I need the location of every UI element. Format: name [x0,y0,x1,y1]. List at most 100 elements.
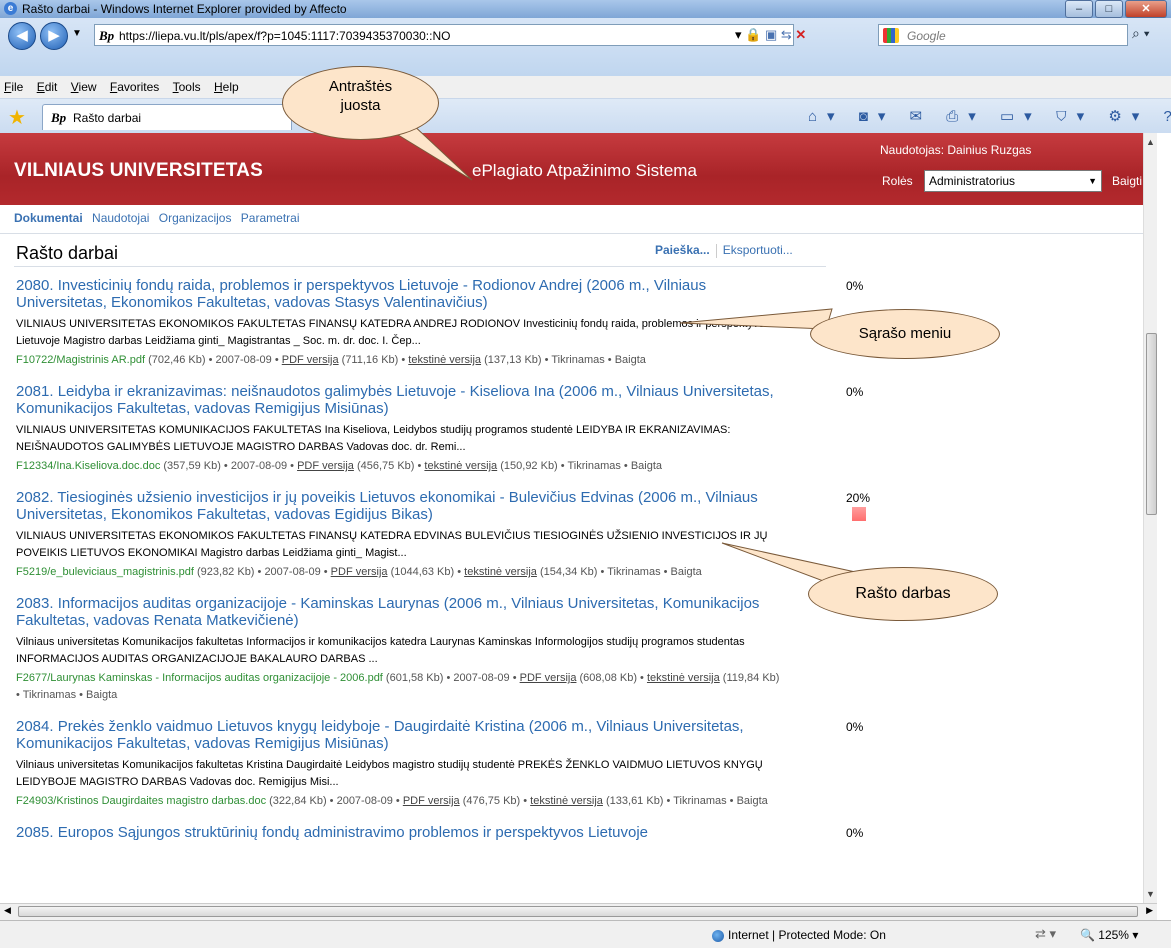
divider [0,233,1157,234]
horizontal-scroll-thumb[interactable] [18,906,1138,917]
text-version-link[interactable]: tekstinė versija [464,566,537,578]
pdf-size: (608,08 Kb) • [576,672,647,684]
original-file-link[interactable]: F12334/Ina.Kiseliova.doc.doc [16,460,160,472]
nav-naudotojai[interactable]: Naudotojai [92,211,149,225]
zoom-level[interactable]: 🔍 125% ▾ [1080,928,1138,942]
lock-icon[interactable]: 🔒 [745,27,761,42]
menu-file[interactable]: File [0,76,29,94]
scroll-thumb[interactable] [1146,333,1157,515]
export-link[interactable]: Eksportuoti... [723,243,793,257]
security-zone[interactable]: Internet | Protected Mode: On [712,928,886,942]
result-title-link[interactable]: 2082. Tiesioginės užsienio investicijos … [16,489,796,523]
menu-favorites[interactable]: Favorites [106,76,165,94]
file-details: (923,82 Kb) • 2007-08-09 • [193,566,331,578]
search-icon[interactable]: ⌕ ▾ [1132,25,1150,42]
original-file-link[interactable]: F2677/Laurynas Kaminskas - Informacijos … [16,672,383,684]
role-select[interactable]: Administratorius ▼ [924,170,1102,192]
page-title: Rašto darbai [16,243,119,263]
page-vertical-scrollbar[interactable]: ▲ ▼ [1143,133,1157,903]
university-name: VILNIAUS UNIVERSITETAS [14,160,263,181]
protected-mode-icon[interactable]: ⇄ ▾ [1035,926,1056,942]
original-file-link[interactable]: F10722/Magistrinis AR.pdf [16,354,145,366]
result-meta: F10722/Magistrinis AR.pdf (702,46 Kb) • … [16,352,786,369]
scroll-up-icon[interactable]: ▲ [1146,137,1155,147]
result-snippet: VILNIAUS UNIVERSITETAS EKONOMIKOS FAKULT… [16,318,771,347]
callout-header-text: Antraštės juosta [328,78,393,114]
address-bar-icons: ▾ 🔒 ▣ ⇆ ✕ [735,27,806,43]
print-icon[interactable]: ⎙▾ [946,108,986,125]
tab-title: Rašto darbai [73,111,142,125]
similarity-percent: 0% [846,279,864,293]
similarity-percent: 20% [846,491,871,505]
pdf-version-link[interactable]: PDF versija [297,460,354,472]
chevron-down-icon: ▼ [1088,176,1097,186]
pdf-size: (1044,63 Kb) • [387,566,465,578]
menu-edit[interactable]: Edit [33,76,64,94]
text-version-link[interactable]: tekstinė versija [530,795,603,807]
result-title-link[interactable]: 2084. Prekės ženklo vaidmuo Lietuvos kny… [16,718,796,752]
status-bar: Internet | Protected Mode: On ⇄ ▾ 🔍 125%… [0,920,1171,948]
text-version-link[interactable]: tekstinė versija [424,460,497,472]
text-version-link[interactable]: tekstinė versija [647,672,720,684]
nav-dokumentai[interactable]: Dokumentai [14,211,83,225]
roles-label: Rolės [882,174,913,188]
forward-button[interactable]: ▶ [40,22,68,50]
site-favicon-icon: Bp [99,28,115,43]
page-icon[interactable]: ▭▾ [1000,108,1042,125]
address-input[interactable]: Bp https://liepa.vu.lt/pls/apex/f?p=1045… [94,24,794,46]
address-dropdown-icon[interactable]: ▾ [735,27,742,42]
menu-view[interactable]: View [67,76,103,94]
search-input[interactable]: Google [878,24,1128,46]
result-title-link[interactable]: 2081. Leidyba ir ekranizavimas: neišnaud… [16,383,796,417]
maximize-button[interactable]: □ [1095,0,1123,18]
stop-icon[interactable]: ✕ [795,27,806,42]
menu-separator [715,243,717,258]
nav-organizacijos[interactable]: Organizacijos [159,211,232,225]
tools-gear-icon[interactable]: ⚙▾ [1108,108,1149,125]
mail-icon[interactable]: ✉ [910,108,933,125]
refresh-icon[interactable]: ⇆ [781,27,792,42]
help-icon[interactable]: ?▾ [1164,108,1171,125]
result-meta: F5219/e_buleviciaus_magistrinis.pdf (923… [16,564,786,581]
results-list: 2080. Investicinių fondų raida, problemo… [16,277,870,855]
feeds-icon[interactable]: ◙▾ [859,108,896,125]
result-title-link[interactable]: 2083. Informacijos auditas organizacijoj… [16,595,796,629]
menu-help[interactable]: Help [210,76,245,94]
tab-rasto-darbai[interactable]: Bp Rašto darbai [42,104,292,130]
scroll-right-icon[interactable]: ▶ [1146,905,1153,916]
pdf-version-link[interactable]: PDF versija [331,566,388,578]
scroll-down-icon[interactable]: ▼ [1146,889,1155,899]
search-link[interactable]: Paieška... [655,243,710,257]
back-button[interactable]: ◀ [8,22,36,50]
result-item: 2084. Prekės ženklo vaidmuo Lietuvos kny… [16,718,863,810]
text-version-link[interactable]: tekstinė versija [408,354,481,366]
pdf-version-link[interactable]: PDF versija [403,795,460,807]
menu-tools[interactable]: Tools [169,76,207,94]
original-file-link[interactable]: F24903/Kristinos Daugirdaites magistro d… [16,795,266,807]
callout-header: Antraštės juosta [282,66,439,140]
nav-parametrai[interactable]: Parametrai [241,211,300,225]
pdf-size: (456,75 Kb) • [353,460,425,472]
scroll-left-icon[interactable]: ◀ [4,905,11,916]
recent-pages-dropdown-icon[interactable]: ▼ [72,28,82,39]
window-title: Rašto darbai - Windows Internet Explorer… [22,2,347,16]
result-title-link[interactable]: 2085. Europos Sąjungos struktūrinių fond… [16,824,796,841]
result-status: (133,61 Kb) • Tikrinamas • Baigta [602,795,768,807]
original-file-link[interactable]: F5219/e_buleviciaus_magistrinis.pdf [16,566,194,578]
minimize-button[interactable]: – [1065,0,1093,18]
current-user: Naudotojas: Dainius Ruzgas [880,143,1032,157]
home-icon[interactable]: ⌂▾ [808,108,845,125]
result-title-link[interactable]: 2080. Investicinių fondų raida, problemo… [16,277,796,311]
safety-icon[interactable]: ⛉▾ [1056,108,1094,125]
pdf-version-link[interactable]: PDF versija [520,672,577,684]
compatibility-icon[interactable]: ▣ [765,27,777,42]
result-item: 2081. Leidyba ir ekranizavimas: neišnaud… [16,383,863,475]
result-status: (137,13 Kb) • Tikrinamas • Baigta [481,354,646,366]
close-button[interactable]: ✕ [1125,0,1167,18]
pdf-version-link[interactable]: PDF versija [282,354,339,366]
logout-link[interactable]: Baigti [1112,174,1142,188]
result-item: 2082. Tiesioginės užsienio investicijos … [16,489,870,581]
pdf-size: (476,75 Kb) • [459,795,531,807]
horizontal-scrollbar[interactable]: ◀ ▶ [0,903,1157,920]
favorites-star-icon[interactable]: ★ [8,105,26,130]
